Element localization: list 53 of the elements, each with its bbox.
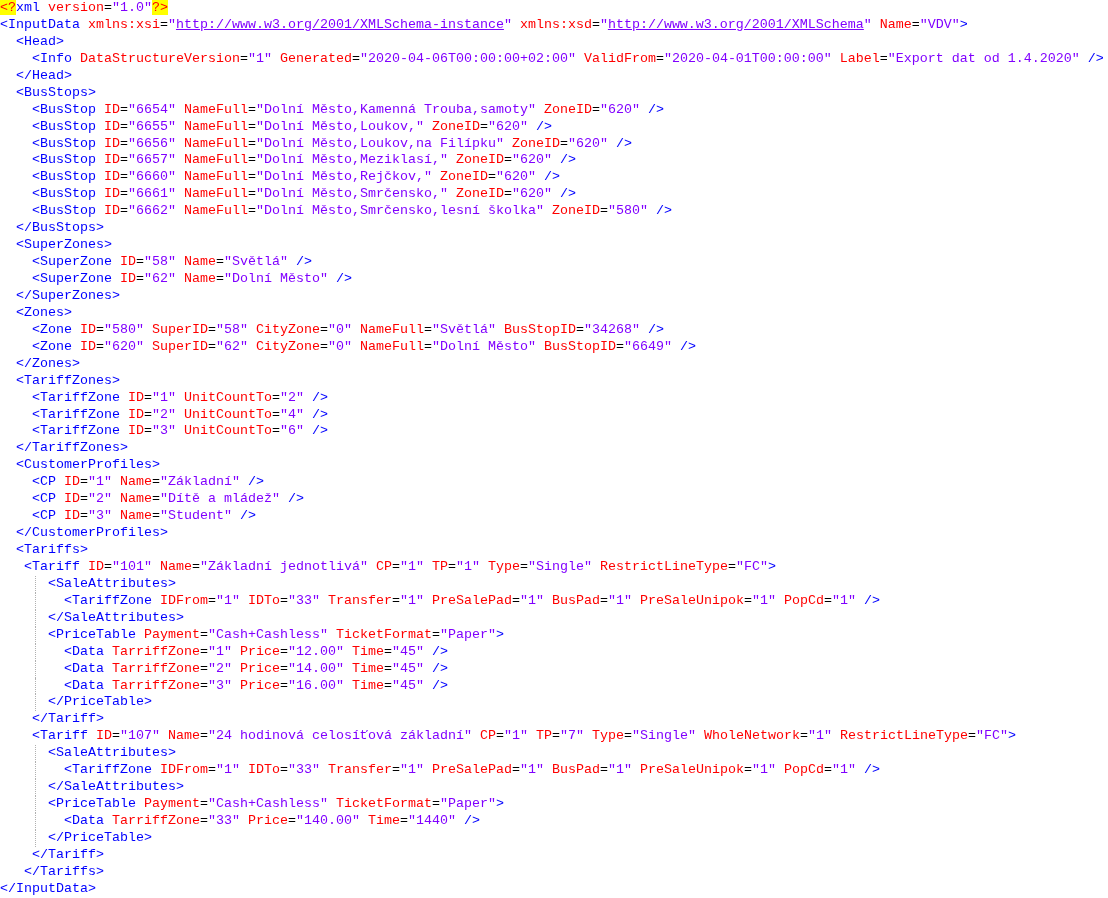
- code-line: <Tariffs>: [15, 542, 88, 557]
- code-line: <TariffZone ID="2" UnitCountTo="4" />: [31, 406, 328, 422]
- code-line: <Zone ID="620" SuperID="62" CityZone="0" NameFull="Dolní Město" BusStopID="6649" />: [31, 338, 696, 354]
- code-line: <SaleAttributes>: [47, 745, 176, 761]
- code-line: <?xml version="1.0"?>: [0, 0, 168, 15]
- code-line: </SaleAttributes>: [47, 779, 184, 795]
- code-line: <BusStop ID="6657" NameFull="Dolní Město,Meziklasí," ZoneID="620" />: [31, 152, 576, 168]
- code-line: <Data TarriffZone="1" Price="12.00" Time="45" />: [63, 643, 448, 659]
- code-line: <Zone ID="580" SuperID="58" CityZone="0" NameFull="Světlá" BusStopID="34268" />: [31, 321, 664, 337]
- code-line: </SuperZones>: [15, 287, 120, 303]
- code-line: </Head>: [15, 67, 72, 83]
- code-line: <SuperZone ID="62" Name="Dolní Město" />: [31, 271, 352, 286]
- code-line: <BusStop ID="6662" NameFull="Dolní Město,Smrčensko,lesní školka" ZoneID="580" />: [31, 203, 672, 219]
- code-line: <SuperZones>: [15, 237, 112, 253]
- code-line: </InputData>: [0, 880, 96, 896]
- code-line: <BusStop ID="6661" NameFull="Dolní Město,Smrčensko," ZoneID="620" />: [31, 186, 576, 202]
- code-line: <TariffZone IDFrom="1" IDTo="33" Transfer="1" PreSalePad="1" BusPad="1" PreSaleUnipok="1" PopCd="1" />: [63, 762, 880, 778]
- code-line: <Zones>: [15, 304, 72, 320]
- code-line: <CustomerProfiles>: [15, 457, 160, 473]
- code-line: <SuperZone ID="58" Name="Světlá" />: [31, 254, 312, 270]
- code-line: <Head>: [15, 33, 64, 49]
- code-line: <Info DataStructureVersion="1" Generated="2020-04-06T00:00:00+02:00" ValidFrom="2020-04-01T00:00:00" Label="Export dat od 1.4.2020" />: [31, 50, 1104, 66]
- code-line: <Data TarriffZone="33" Price="140.00" Time="1440" />: [63, 813, 480, 828]
- code-line: <SaleAttributes>: [47, 575, 176, 591]
- code-line: </Tariff>: [31, 846, 104, 862]
- code-line: <PriceTable Payment="Cash+Cashless" TicketFormat="Paper">: [47, 626, 504, 642]
- code-line: </PriceTable>: [47, 694, 152, 710]
- code-line: </Tariffs>: [23, 863, 104, 879]
- code-line: <Tariff ID="107" Name="24 hodinová celosíťová základní" CP="1" TP="7" Type="Single" WholeNetwork="1" RestrictLineType="FC">: [31, 728, 1016, 744]
- code-line: <CP ID="3" Name="Student" />: [31, 508, 256, 524]
- code-line: </BusStops>: [15, 220, 104, 236]
- code-line: <BusStop ID="6654" NameFull="Dolní Město,Kamenná Trouba,samoty" ZoneID="620" />: [31, 101, 664, 117]
- code-line: </Tariff>: [31, 711, 104, 727]
- code-line: </PriceTable>: [47, 829, 152, 845]
- code-line: <Tariff ID="101" Name="Základní jednotlivá" CP="1" TP="1" Type="Single" RestrictLineType="FC">: [23, 558, 776, 574]
- code-line: </CustomerProfiles>: [15, 525, 168, 541]
- code-line: <BusStop ID="6655" NameFull="Dolní Město,Loukov," ZoneID="620" />: [31, 118, 552, 134]
- code-line: <TariffZones>: [15, 372, 120, 388]
- code-line: </TariffZones>: [15, 440, 128, 456]
- code-line: <InputData xmlns:xsi="http://www.w3.org/2001/XMLSchema-instance" xmlns:xsd="http://www.w3.org/2001/XMLSchema" Name="VDV">: [0, 16, 968, 32]
- code-line: </SaleAttributes>: [47, 609, 184, 625]
- code-line: <Data TarriffZone="3" Price="16.00" Time="45" />: [63, 677, 448, 693]
- code-line: <CP ID="2" Name="Dítě a mládež" />: [31, 491, 304, 507]
- code-line: <CP ID="1" Name="Základní" />: [31, 474, 264, 490]
- code-line: <BusStops>: [15, 84, 96, 100]
- code-line: </Zones>: [15, 355, 80, 371]
- code-line: <TariffZone ID="3" UnitCountTo="6" />: [31, 423, 328, 439]
- code-line: <BusStop ID="6656" NameFull="Dolní Město,Loukov,na Filípku" ZoneID="620" />: [31, 135, 632, 151]
- code-line: <BusStop ID="6660" NameFull="Dolní Město,Rejčkov," ZoneID="620" />: [31, 169, 560, 185]
- code-line: <PriceTable Payment="Cash+Cashless" TicketFormat="Paper">: [47, 796, 504, 812]
- code-line: <TariffZone ID="1" UnitCountTo="2" />: [31, 389, 328, 405]
- code-line: <TariffZone IDFrom="1" IDTo="33" Transfer="1" PreSalePad="1" BusPad="1" PreSaleUnipok="1" PopCd="1" />: [63, 592, 880, 608]
- code-line: <Data TarriffZone="2" Price="14.00" Time="45" />: [63, 660, 448, 676]
